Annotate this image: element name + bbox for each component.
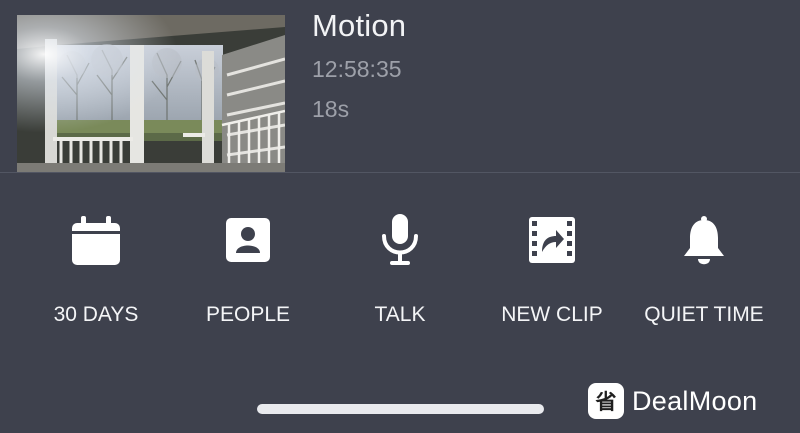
event-thumbnail[interactable] bbox=[17, 15, 285, 172]
bell-icon bbox=[676, 212, 732, 268]
people-label: PEOPLE bbox=[205, 303, 291, 326]
people-button[interactable]: PEOPLE bbox=[173, 200, 323, 335]
microphone-icon bbox=[372, 212, 428, 268]
event-type-label: Motion bbox=[312, 8, 407, 43]
new-clip-button[interactable]: NEW CLIP bbox=[477, 200, 627, 335]
event-time-label: 12:58:35 bbox=[312, 56, 402, 82]
event-duration-label: 18s bbox=[312, 96, 350, 122]
talk-button[interactable]: TALK bbox=[325, 200, 475, 335]
action-bar: 30 DAYS PEOPLE TALK NEW CLIP QUIET TIME bbox=[0, 200, 800, 340]
thirty-days-button[interactable]: 30 DAYS bbox=[21, 200, 171, 335]
quiet-time-label: QUIET TIME bbox=[644, 303, 764, 326]
dealmoon-watermark-text: DealMoon bbox=[632, 385, 758, 416]
event-row[interactable]: Motion 12:58:35 18s bbox=[0, 0, 800, 172]
home-indicator[interactable] bbox=[257, 404, 544, 414]
divider bbox=[0, 172, 800, 173]
quiet-time-button[interactable]: QUIET TIME bbox=[629, 200, 779, 335]
film-share-icon bbox=[524, 212, 580, 268]
event-detail-screen: Motion 12:58:35 18s 30 DAYS PEOPLE TALK … bbox=[0, 0, 800, 433]
thirty-days-label: 30 DAYS bbox=[53, 303, 139, 326]
new-clip-label: NEW CLIP bbox=[501, 303, 603, 326]
calendar-icon bbox=[68, 212, 124, 268]
talk-label: TALK bbox=[374, 303, 426, 326]
dealmoon-watermark: 省 DealMoon bbox=[588, 382, 757, 420]
svg-text:省: 省 bbox=[595, 390, 617, 414]
dealmoon-logo-icon: 省 bbox=[588, 383, 624, 419]
porch-camera-snapshot bbox=[17, 15, 285, 172]
person-card-icon bbox=[220, 212, 276, 268]
